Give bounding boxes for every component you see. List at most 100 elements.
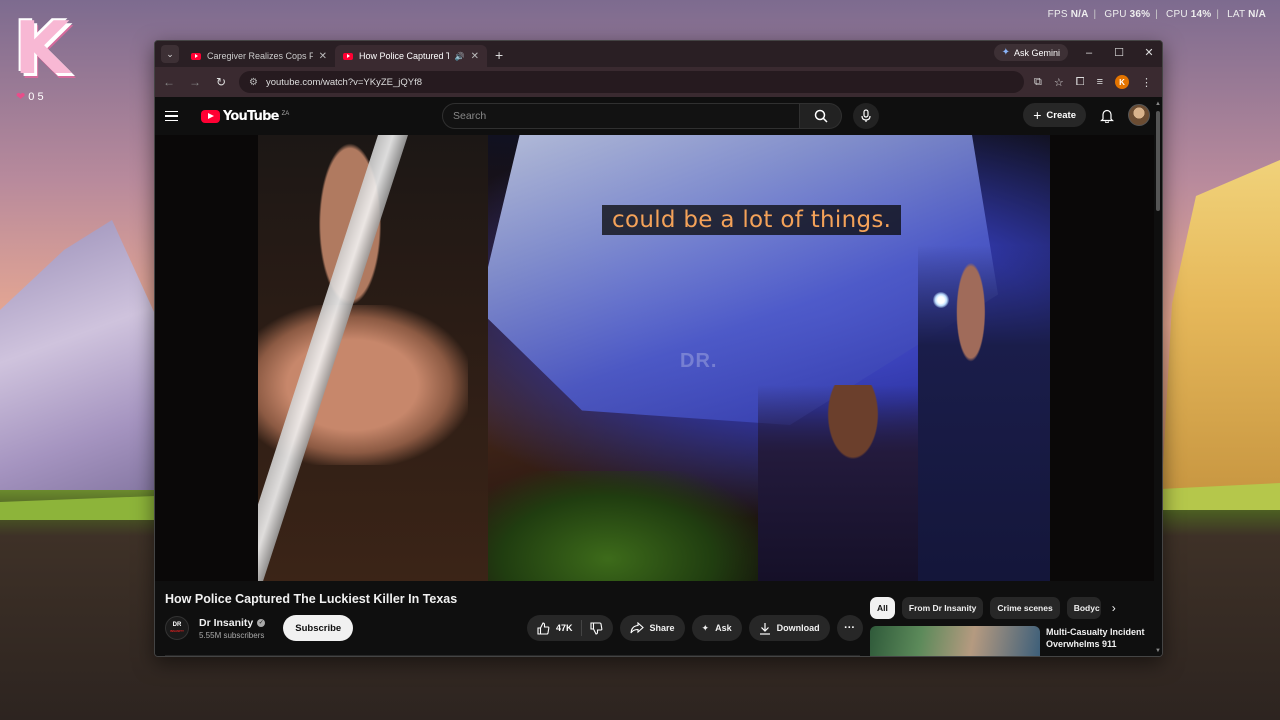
youtube-play-icon xyxy=(201,109,220,123)
close-window-button[interactable]: ✕ xyxy=(1140,46,1158,59)
create-label: Create xyxy=(1046,109,1076,121)
verified-icon: ✓ xyxy=(257,618,266,627)
more-actions-button[interactable]: ··· xyxy=(836,615,863,641)
heart-icon: ❤ xyxy=(16,91,26,103)
menu-icon[interactable] xyxy=(165,110,189,122)
browser-window: ⌄ Caregiver Realizes Cops Found ✕ How Po… xyxy=(154,40,1163,657)
dislike-button[interactable] xyxy=(582,621,613,635)
gemini-spark-icon: ✦ xyxy=(1001,47,1010,58)
video-frame[interactable]: DR. could be a lot of things. xyxy=(258,135,1050,581)
close-icon[interactable]: ✕ xyxy=(319,51,327,62)
minimize-button[interactable]: – xyxy=(1080,47,1098,59)
scrollbar-thumb[interactable] xyxy=(1156,111,1160,211)
share-button[interactable]: Share xyxy=(619,615,685,641)
channel-name[interactable]: Dr Insanity xyxy=(199,617,253,629)
like-count: 47K xyxy=(556,623,573,633)
thumbs-up-icon xyxy=(537,621,550,635)
related-video-item[interactable]: Multi-Casualty Incident Overwhelms 911 xyxy=(870,626,1156,656)
scroll-up-arrow-icon[interactable]: ▲ xyxy=(1155,101,1161,107)
account-avatar[interactable] xyxy=(1128,104,1150,126)
tab-title: How Police Captured The L xyxy=(359,51,449,61)
sparkle-icon: ✦ xyxy=(701,622,710,633)
comments-divider xyxy=(165,655,860,656)
ask-button[interactable]: ✦ Ask xyxy=(691,615,742,641)
voice-search-button[interactable] xyxy=(853,103,879,129)
tab-strip: ⌄ Caregiver Realizes Cops Found ✕ How Po… xyxy=(155,41,1162,67)
media-controls-icon[interactable]: ≡ xyxy=(1097,76,1103,88)
tab-title: Caregiver Realizes Cops Found xyxy=(207,51,313,61)
like-button[interactable]: 47K xyxy=(527,620,582,636)
ask-gemini-label: Ask Gemini xyxy=(1013,47,1060,58)
chip-all[interactable]: All xyxy=(870,597,895,619)
plus-icon: + xyxy=(1033,107,1042,123)
new-tab-button[interactable]: + xyxy=(495,47,503,63)
reload-button[interactable]: ↻ xyxy=(213,75,229,89)
related-video-title[interactable]: Multi-Casualty Incident Overwhelms 911 xyxy=(1046,626,1156,656)
share-label: Share xyxy=(649,623,675,633)
tab-how-police[interactable]: How Police Captured The L 🔊 ✕ xyxy=(335,45,487,67)
thumbs-down-icon xyxy=(589,621,602,635)
maximize-button[interactable]: ☐ xyxy=(1110,46,1128,59)
youtube-header: YouTube ZA Search + Create xyxy=(155,97,1162,135)
scroll-down-arrow-icon[interactable]: ▼ xyxy=(1155,648,1161,654)
like-dislike-bar: 47K xyxy=(527,615,613,641)
tab-caregiver[interactable]: Caregiver Realizes Cops Found ✕ xyxy=(183,45,335,67)
subscriber-count: 5.55M subscribers xyxy=(199,630,265,640)
back-button[interactable]: ← xyxy=(161,75,177,89)
subscribe-button[interactable]: Subscribe xyxy=(283,615,354,641)
search-input[interactable]: Search xyxy=(442,103,800,129)
url-text: youtube.com/watch?v=YKyZE_jQYf8 xyxy=(265,76,423,88)
profile-avatar[interactable]: K xyxy=(1115,75,1129,89)
wallpaper-hill xyxy=(1160,160,1280,520)
related-filter-chips: All From Dr Insanity Crime scenes Bodyc … xyxy=(870,597,1116,619)
wallpaper-mountain xyxy=(0,220,160,520)
create-button[interactable]: + Create xyxy=(1023,103,1086,127)
region-code: ZA xyxy=(281,110,290,117)
close-icon[interactable]: ✕ xyxy=(471,51,479,62)
k-logo: K xyxy=(14,6,70,90)
chip-bodycam[interactable]: Bodyc xyxy=(1066,597,1101,619)
performance-overlay: FPS N/A | GPU 36% | CPU 14% | LAT N/A xyxy=(1047,9,1266,20)
channel-avatar-text: INSANITY xyxy=(169,629,184,633)
download-button[interactable]: Download xyxy=(748,615,830,641)
address-bar[interactable]: ⚙ youtube.com/watch?v=YKyZE_jQYf8 xyxy=(239,71,1025,93)
channel-name-row[interactable]: Dr Insanity ✓ xyxy=(199,617,266,629)
search-icon xyxy=(814,109,828,123)
chevron-right-icon[interactable]: › xyxy=(1112,601,1116,615)
notifications-bell-icon[interactable] xyxy=(1100,108,1114,123)
channel-avatar[interactable]: DR INSANITY xyxy=(165,616,189,640)
youtube-wordmark: YouTube xyxy=(223,108,279,124)
page-scrollbar[interactable] xyxy=(1154,97,1162,656)
bookmark-star-icon[interactable]: ☆ xyxy=(1054,76,1064,89)
video-title: How Police Captured The Luckiest Killer … xyxy=(165,592,458,606)
download-icon xyxy=(759,622,770,635)
video-player[interactable]: DR. could be a lot of things. xyxy=(155,135,1162,581)
address-toolbar: ← → ↻ ⚙ youtube.com/watch?v=YKyZE_jQYf8 … xyxy=(155,67,1162,97)
download-label: Download xyxy=(776,623,820,633)
tab-search-button[interactable]: ⌄ xyxy=(161,45,179,63)
youtube-favicon-icon xyxy=(343,52,353,60)
chip-crime-scenes[interactable]: Crime scenes xyxy=(990,597,1060,619)
speaker-icon[interactable]: 🔊 xyxy=(455,52,465,61)
search-button[interactable] xyxy=(800,103,842,129)
forward-button[interactable]: → xyxy=(187,75,203,89)
video-scene-grass xyxy=(458,471,758,581)
site-info-icon[interactable]: ⚙ xyxy=(249,77,258,88)
extensions-icon[interactable]: ⧠ xyxy=(1076,76,1085,89)
related-video-thumbnail[interactable] xyxy=(870,626,1040,656)
youtube-logo[interactable]: YouTube ZA xyxy=(201,109,289,124)
video-scene-headlamp xyxy=(933,292,949,308)
cast-icon[interactable]: ⧉ xyxy=(1034,76,1042,89)
k-logo-meta: ❤ 0 5 xyxy=(16,91,44,103)
share-arrow-icon xyxy=(629,622,644,634)
youtube-favicon-icon xyxy=(191,52,201,60)
chip-from-channel[interactable]: From Dr Insanity xyxy=(901,597,984,619)
microphone-icon xyxy=(861,109,871,122)
ask-gemini-button[interactable]: ✦ Ask Gemini xyxy=(993,44,1068,61)
ask-label: Ask xyxy=(715,623,732,633)
kebab-menu-icon[interactable]: ⋮ xyxy=(1141,76,1152,89)
video-watermark: DR. xyxy=(680,350,718,372)
closed-caption: could be a lot of things. xyxy=(602,205,902,235)
search-placeholder: Search xyxy=(453,110,487,122)
video-details: How Police Captured The Luckiest Killer … xyxy=(155,581,1162,656)
